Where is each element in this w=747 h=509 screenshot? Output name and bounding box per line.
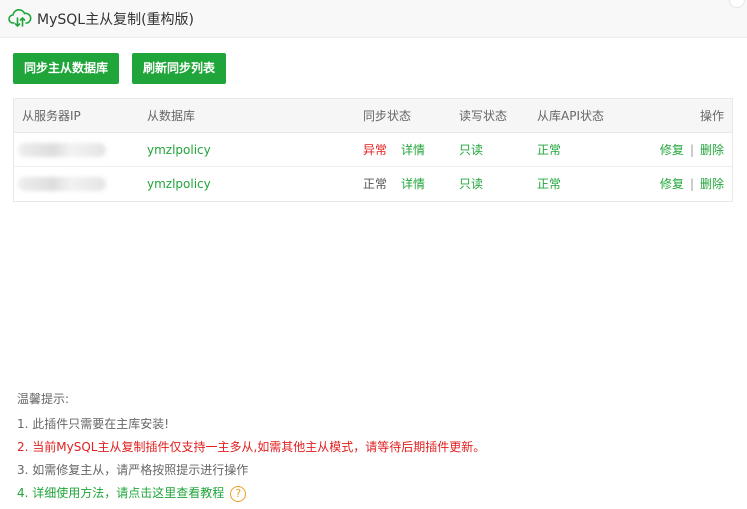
delete-link[interactable]: 删除 [700, 177, 724, 191]
header-slave-ip: 从服务器IP [22, 109, 81, 123]
refresh-list-button[interactable]: 刷新同步列表 [132, 53, 226, 84]
row-actions: 修复 | 删除 [660, 167, 724, 201]
api-status: 正常 [537, 177, 562, 191]
tip-item: 3. 如需修复主从，请严格按照提示进行操作 [17, 463, 249, 477]
action-separator: | [689, 177, 694, 191]
api-status: 正常 [537, 143, 562, 157]
repair-link[interactable]: 修复 [660, 177, 684, 191]
detail-link[interactable]: 详情 [401, 133, 425, 167]
sync-databases-button[interactable]: 同步主从数据库 [13, 53, 119, 84]
window-titlebar: MySQL主从复制(重构版) [0, 0, 747, 38]
close-button[interactable] [729, 0, 745, 8]
replication-table: 从服务器IP 从数据库 同步状态 读写状态 从库API状态 操作 ymzlpol… [13, 98, 733, 202]
tips-title: 温馨提示: [17, 392, 70, 406]
detail-link[interactable]: 详情 [401, 167, 425, 201]
sync-status: 异常 [363, 143, 388, 157]
delete-link[interactable]: 删除 [700, 143, 724, 157]
slave-ip-redacted [18, 177, 106, 191]
header-slave-db: 从数据库 [147, 109, 196, 123]
tutorial-link[interactable]: 4. 详细使用方法，请点击这里查看教程 [17, 486, 224, 500]
rw-status: 只读 [459, 143, 484, 157]
action-separator: | [689, 143, 694, 157]
header-api-status: 从库API状态 [537, 109, 604, 123]
table-row: ymzlpolicy 异常 详情 只读 正常 修复 | 删除 [14, 133, 732, 167]
row-actions: 修复 | 删除 [660, 133, 724, 167]
tip-item-tutorial: 4. 详细使用方法，请点击这里查看教程? [17, 482, 737, 505]
slave-db-name: ymzlpolicy [147, 143, 211, 157]
table-header: 从服务器IP 从数据库 同步状态 读写状态 从库API状态 操作 [14, 99, 732, 133]
slave-ip-redacted [18, 143, 106, 157]
rw-status: 只读 [459, 177, 484, 191]
tips-panel: 温馨提示: 1. 此插件只需要在主库安装! 2. 当前MySQL主从复制插件仅支… [17, 391, 737, 505]
tip-item: 1. 此插件只需要在主库安装! [17, 417, 170, 431]
header-sync-status: 同步状态 [363, 109, 412, 123]
header-rw-status: 读写状态 [459, 109, 508, 123]
cloud-sync-icon [8, 8, 32, 28]
header-actions: 操作 [699, 109, 724, 123]
sync-status: 正常 [363, 177, 388, 191]
repair-link[interactable]: 修复 [660, 143, 684, 157]
window-title: MySQL主从复制(重构版) [37, 12, 194, 28]
help-icon[interactable]: ? [230, 485, 247, 502]
slave-db-name: ymzlpolicy [147, 177, 211, 191]
table-row: ymzlpolicy 正常 详情 只读 正常 修复 | 删除 [14, 167, 732, 201]
tip-item: 2. 当前MySQL主从复制插件仅支持一主多从,如需其他主从模式，请等待后期插件… [17, 440, 486, 454]
